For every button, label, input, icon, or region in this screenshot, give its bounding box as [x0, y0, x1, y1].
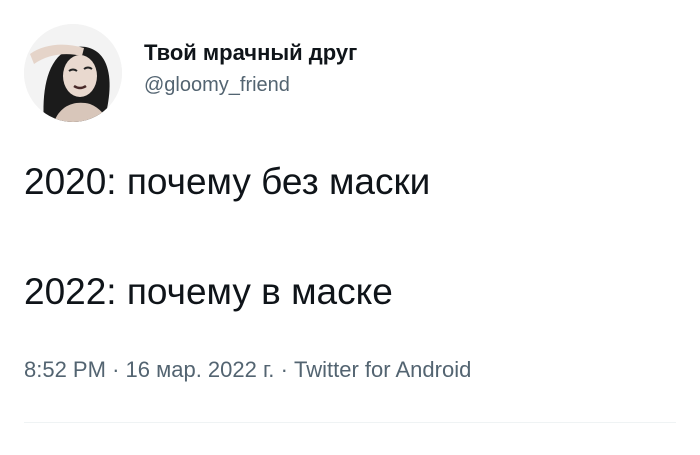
author-display-name[interactable]: Твой мрачный друг: [144, 39, 357, 67]
divider: [24, 422, 676, 423]
tweet-date[interactable]: 16 мар. 2022 г.: [126, 357, 275, 382]
avatar[interactable]: [24, 24, 122, 122]
tweet-source[interactable]: Twitter for Android: [294, 357, 471, 382]
profile-photo-icon: [24, 24, 122, 122]
tweet-metadata: 8:52 PM · 16 мар. 2022 г. · Twitter for …: [24, 355, 471, 385]
author-handle[interactable]: @gloomy_friend: [144, 71, 357, 99]
tweet-text-line: 2022: почему в маске: [24, 271, 393, 312]
meta-separator: ·: [280, 357, 295, 382]
tweet-text: 2020: почему без маски 2022: почему в ма…: [24, 160, 674, 314]
tweet-text-line: 2020: почему без маски: [24, 161, 431, 202]
author-names: Твой мрачный друг @gloomy_friend: [144, 39, 357, 99]
tweet-header: Твой мрачный друг @gloomy_friend: [24, 24, 357, 122]
meta-separator: ·: [112, 357, 126, 382]
tweet-card: Твой мрачный друг @gloomy_friend 2020: п…: [0, 0, 700, 455]
tweet-time[interactable]: 8:52 PM: [24, 357, 106, 382]
